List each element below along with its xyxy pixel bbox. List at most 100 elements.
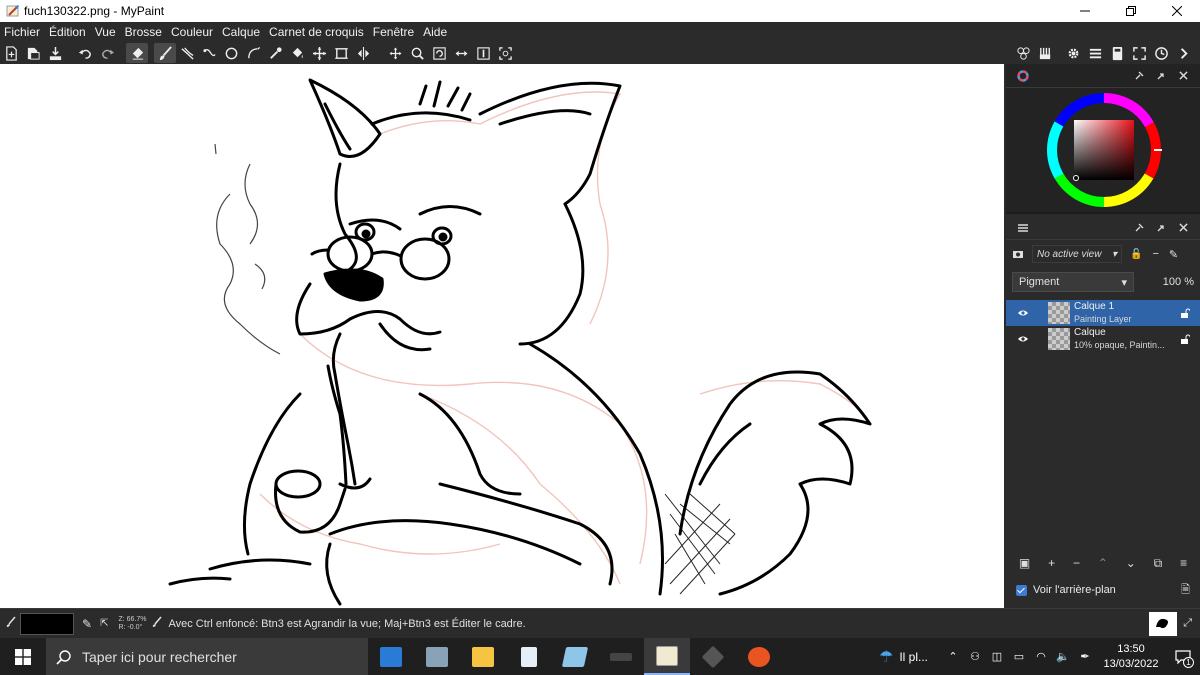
taskbar-app-inkscape[interactable] bbox=[690, 638, 736, 675]
preferences-button[interactable] bbox=[1062, 43, 1084, 63]
menu-brosse[interactable]: Brosse bbox=[125, 25, 168, 39]
fit-view-button[interactable] bbox=[494, 43, 516, 63]
layers-tab[interactable] bbox=[1012, 222, 1034, 234]
volume-icon[interactable]: 🔈 bbox=[1052, 650, 1074, 663]
taskbar-app-photos[interactable] bbox=[414, 638, 460, 675]
remove-layer-icon[interactable]: − bbox=[1073, 556, 1080, 570]
brush-settings-button[interactable] bbox=[1012, 43, 1034, 63]
layer-view-select[interactable]: No active view ▾ bbox=[1032, 245, 1122, 263]
zoom-view-button[interactable] bbox=[406, 43, 428, 63]
taskbar-app-ubuntu[interactable] bbox=[736, 638, 782, 675]
inking-tool-button[interactable] bbox=[242, 43, 264, 63]
brush-mode-icon[interactable]: ⤢ bbox=[1183, 617, 1192, 630]
eye-icon[interactable] bbox=[1014, 309, 1032, 317]
save-button[interactable] bbox=[44, 43, 66, 63]
camera-icon[interactable] bbox=[1012, 249, 1026, 259]
weather-umbrella-icon[interactable]: ☂ bbox=[879, 647, 893, 667]
mirror-view-button[interactable] bbox=[450, 43, 472, 63]
minimize-button[interactable] bbox=[1062, 0, 1108, 22]
color-picker-button[interactable] bbox=[264, 43, 286, 63]
menu-fichier[interactable]: Fichier bbox=[4, 25, 46, 39]
rotate-view-button[interactable] bbox=[428, 43, 450, 63]
menu-aide[interactable]: Aide bbox=[423, 25, 453, 39]
undo-button[interactable] bbox=[74, 43, 96, 63]
edit-view-icon[interactable]: ✎ bbox=[1169, 248, 1178, 261]
menu-carnet-de-croquis[interactable]: Carnet de croquis bbox=[269, 25, 370, 39]
layers-panel-detach-button[interactable] bbox=[1150, 223, 1172, 233]
move-layer-up-icon[interactable]: ⌃ bbox=[1098, 556, 1108, 570]
taskbar-clock[interactable]: 13:50 13/03/2022 bbox=[1096, 642, 1166, 672]
eye-icon[interactable] bbox=[1014, 335, 1032, 343]
wifi-icon[interactable]: ◠ bbox=[1030, 650, 1052, 663]
taskbar-app-outlook[interactable] bbox=[368, 638, 414, 675]
redo-button[interactable] bbox=[96, 43, 118, 63]
layers-panel-close-button[interactable] bbox=[1172, 223, 1194, 232]
start-button[interactable] bbox=[0, 638, 46, 675]
people-icon[interactable]: ⚇ bbox=[964, 650, 986, 663]
fullscreen-button[interactable] bbox=[1128, 43, 1150, 63]
remove-view-icon[interactable]: − bbox=[1152, 248, 1158, 260]
taskbar-app-notepad[interactable] bbox=[506, 638, 552, 675]
brush-list-button[interactable] bbox=[1034, 43, 1056, 63]
notification-center-button[interactable]: 1 bbox=[1166, 649, 1200, 668]
taskbar-search[interactable]: Taper ici pour rechercher bbox=[46, 638, 368, 675]
menu-fenetre[interactable]: Fenêtre bbox=[373, 25, 420, 39]
drawing-canvas[interactable] bbox=[0, 64, 1004, 608]
edit-pencil-icon[interactable]: ✎ bbox=[82, 617, 92, 631]
new-layer-group-icon[interactable]: ▣ bbox=[1019, 556, 1030, 570]
brush-tool-button[interactable] bbox=[154, 43, 176, 63]
battery-icon[interactable]: ▭ bbox=[1008, 650, 1030, 663]
scratchpad-button[interactable] bbox=[1106, 43, 1128, 63]
taskbar-app-tool[interactable] bbox=[598, 638, 644, 675]
layer-row[interactable]: Calque 10% opaque, Paintin... bbox=[1006, 326, 1200, 352]
menu-edition[interactable]: Édition bbox=[49, 25, 92, 39]
menu-calque[interactable]: Calque bbox=[222, 25, 266, 39]
color-panel-detach-button[interactable] bbox=[1150, 71, 1172, 81]
taskbar-app-explorer[interactable] bbox=[460, 638, 506, 675]
more-menu-button[interactable] bbox=[1172, 43, 1194, 63]
blend-mode-select[interactable]: Pigment ▾ bbox=[1012, 272, 1134, 292]
symmetry-tool-button[interactable] bbox=[352, 43, 374, 63]
menu-vue[interactable]: Vue bbox=[95, 25, 122, 39]
layer-properties-icon[interactable]: ≡ bbox=[1180, 556, 1187, 570]
chevron-up-icon[interactable]: ⌃ bbox=[942, 650, 964, 663]
background-settings-icon[interactable]: 🗎 bbox=[1181, 581, 1190, 600]
camera-icon[interactable]: ◫ bbox=[986, 650, 1008, 663]
color-panel-close-button[interactable] bbox=[1172, 71, 1194, 80]
frame-tool-button[interactable] bbox=[330, 43, 352, 63]
taskbar-app-notes[interactable] bbox=[552, 638, 598, 675]
duplicate-layer-icon[interactable]: ⧉ bbox=[1154, 556, 1163, 571]
menu-couleur[interactable]: Couleur bbox=[171, 25, 219, 39]
history-button[interactable] bbox=[1150, 43, 1172, 63]
brush-preview[interactable] bbox=[1149, 611, 1178, 636]
pen-icon[interactable]: ✒ bbox=[1074, 650, 1096, 663]
layer-opacity-value[interactable]: 100 % bbox=[1163, 276, 1194, 288]
taskbar-app-mypaint[interactable] bbox=[644, 638, 690, 675]
fill-tool-button[interactable] bbox=[286, 43, 308, 63]
freehand-tool-button[interactable] bbox=[176, 43, 198, 63]
color-wheel-tab[interactable] bbox=[1012, 69, 1034, 82]
view-lock-icon[interactable]: 🔓 bbox=[1130, 249, 1142, 260]
open-button[interactable] bbox=[22, 43, 44, 63]
layer-row[interactable]: Calque 1 Painting Layer bbox=[1006, 300, 1200, 326]
move-layer-button[interactable] bbox=[308, 43, 330, 63]
restore-button[interactable] bbox=[1108, 0, 1154, 22]
layers-panel-float-button[interactable] bbox=[1128, 223, 1150, 233]
unlock-icon[interactable] bbox=[1178, 334, 1192, 344]
weather-label[interactable]: Il pl... bbox=[899, 650, 928, 664]
show-background-checkbox[interactable] bbox=[1016, 584, 1027, 596]
color-panel-float-button[interactable] bbox=[1128, 71, 1150, 81]
layers-toggle-button[interactable] bbox=[1084, 43, 1106, 63]
ellipse-tool-button[interactable] bbox=[220, 43, 242, 63]
unlock-icon[interactable] bbox=[1178, 308, 1192, 318]
current-color-swatch[interactable] bbox=[20, 612, 74, 635]
hsv-color-wheel[interactable] bbox=[1006, 88, 1200, 212]
move-layer-down-icon[interactable]: ⌄ bbox=[1126, 556, 1136, 570]
add-layer-icon[interactable]: + bbox=[1048, 556, 1055, 570]
new-document-button[interactable] bbox=[0, 43, 22, 63]
reset-zoom-button[interactable] bbox=[472, 43, 494, 63]
pan-view-button[interactable] bbox=[384, 43, 406, 63]
close-button[interactable] bbox=[1154, 0, 1200, 22]
line-tool-button[interactable] bbox=[198, 43, 220, 63]
eraser-mode-button[interactable] bbox=[126, 43, 148, 63]
